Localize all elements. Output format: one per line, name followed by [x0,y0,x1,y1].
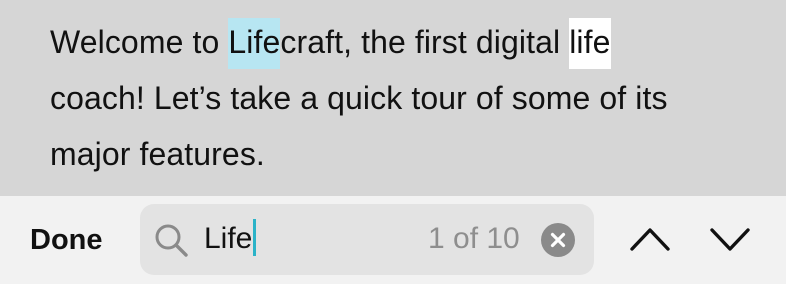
search-query: Life [204,222,253,255]
line-text-middle: craft, the first digital [280,24,570,60]
find-bar: Done Life 1 of 10 [0,196,786,284]
paragraph-line-1: Welcome to Lifecraft, the first digital … [50,14,750,70]
current-match-highlight: Life [228,18,281,69]
document-paragraph: Welcome to Lifecraft, the first digital … [50,14,750,182]
find-search-field[interactable]: Life 1 of 10 [140,204,594,275]
line-text-before: Welcome to [50,24,229,60]
match-count: 1 of 10 [428,222,520,255]
search-icon [153,222,189,258]
clear-icon [550,232,566,248]
chevron-down-icon [710,228,750,251]
clear-search-button[interactable] [541,223,575,257]
done-button[interactable]: Done [30,220,103,260]
next-match-button[interactable] [706,214,756,264]
chevron-up-icon [630,228,670,251]
search-input[interactable]: Life [204,219,257,259]
match-highlight: life [569,18,611,69]
paragraph-line-2: coach! Let’s take a quick tour of some o… [50,80,668,116]
text-caret [253,219,257,256]
paragraph-line-3: major features. [50,136,265,172]
previous-match-button[interactable] [626,214,676,264]
document-content: Welcome to Lifecraft, the first digital … [0,0,786,196]
